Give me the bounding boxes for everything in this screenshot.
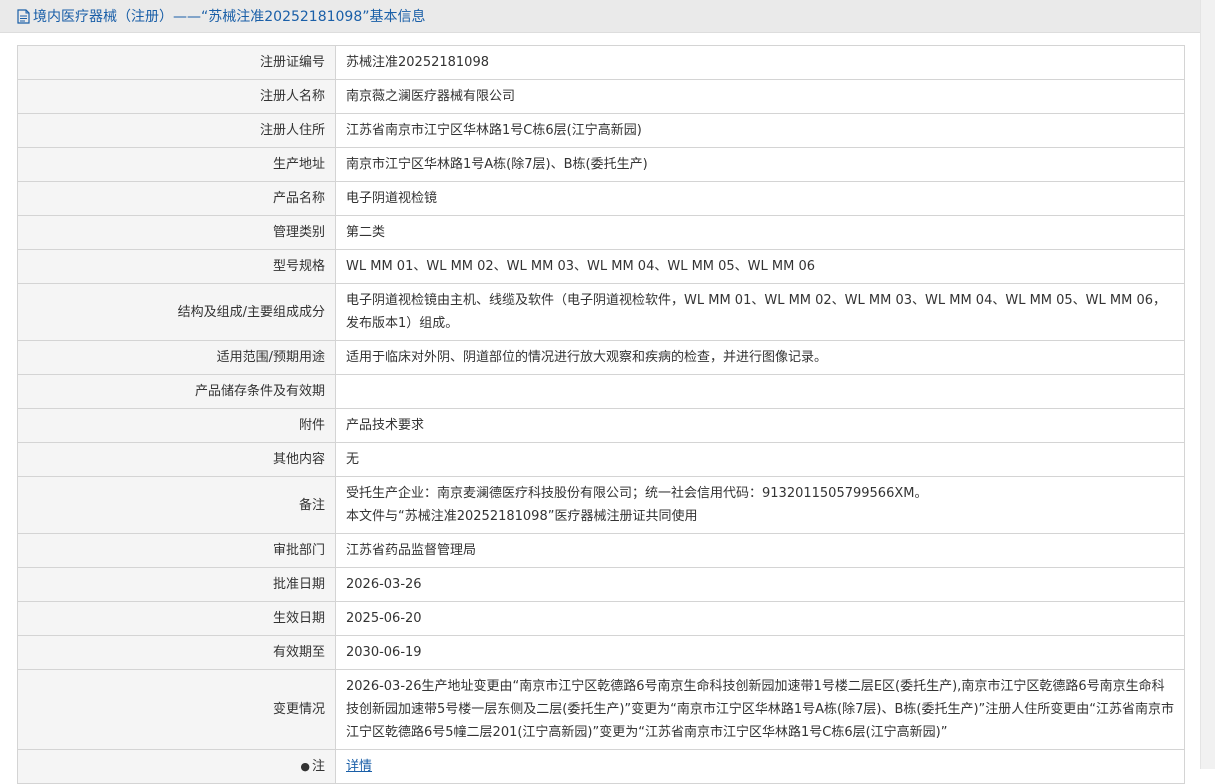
valid-until-label: 有效期至 <box>17 635 336 670</box>
change-info-value-line: 2026-03-26生产地址变更由“南京市江宁区乾德路6号南京生命科技创新园加速… <box>346 679 1174 740</box>
attachment-value-line: 产品技术要求 <box>346 418 425 433</box>
row-attachment: 附件 产品技术要求 <box>17 408 1185 443</box>
structure-composition-value-line: 电子阴道视检镜由主机、线缆及软件（电子阴道视检软件，WL MM 01、WL MM… <box>346 293 1167 331</box>
model-spec-value: WL MM 01、WL MM 02、WL MM 03、WL MM 04、WL M… <box>335 249 1185 284</box>
row-remarks: 备注 受托生产企业：南京麦澜德医疗科技股份有限公司；统一社会信用代码：913201… <box>17 476 1185 534</box>
row-note: ● 注详情 <box>17 749 1185 784</box>
row-approval-department: 审批部门 江苏省药品监督管理局 <box>17 533 1185 568</box>
effective-date-value: 2025-06-20 <box>335 601 1185 636</box>
storage-conditions-value <box>335 374 1185 409</box>
approval-date-value-line: 2026-03-26 <box>346 577 422 592</box>
product-name-value: 电子阴道视检镜 <box>335 181 1185 216</box>
model-spec-value-line: WL MM 01、WL MM 02、WL MM 03、WL MM 04、WL M… <box>346 259 816 274</box>
registrant-name-value: 南京薇之澜医疗器械有限公司 <box>335 79 1185 114</box>
registration-number-label: 注册证编号 <box>17 45 336 80</box>
registrant-address-label: 注册人住所 <box>17 113 336 148</box>
vertical-scrollbar[interactable] <box>1200 0 1215 769</box>
other-content-value-line: 无 <box>346 452 360 467</box>
intended-use-value-line: 适用于临床对外阴、阴道部位的情况进行放大观察和疾病的检查，并进行图像记录。 <box>346 350 828 365</box>
info-table: 注册证编号 苏械注准20252181098 注册人名称 南京薇之澜医疗器械有限公司 注册… <box>17 45 1185 784</box>
management-category-label: 管理类别 <box>17 215 336 250</box>
management-category-value-line: 第二类 <box>346 225 386 240</box>
other-content-value: 无 <box>335 442 1185 477</box>
row-structure-composition: 结构及组成/主要组成成分 电子阴道视检镜由主机、线缆及软件（电子阴道视检软件，WL… <box>17 283 1185 341</box>
page-title: 境内医疗器械（注册）——“苏械注准20252181098”基本信息 <box>33 9 426 25</box>
production-address-value: 南京市江宁区华林路1号A栋(除7层)、B栋(委托生产) <box>335 147 1185 182</box>
row-valid-until: 有效期至 2030-06-19 <box>17 635 1185 670</box>
row-change-info: 变更情况 2026-03-26生产地址变更由“南京市江宁区乾德路6号南京生命科技创… <box>17 669 1185 750</box>
approval-department-value-line: 江苏省药品监督管理局 <box>346 543 477 558</box>
registrant-address-value: 江苏省南京市江宁区华林路1号C栋6层(江宁高新园) <box>335 113 1185 148</box>
note-label-text: 注 <box>311 759 325 774</box>
row-effective-date: 生效日期 2025-06-20 <box>17 601 1185 636</box>
row-model-spec: 型号规格 WL MM 01、WL MM 02、WL MM 03、WL MM 04、… <box>17 249 1185 284</box>
row-other-content: 其他内容无 <box>17 442 1185 477</box>
row-approval-date: 批准日期 2026-03-26 <box>17 567 1185 602</box>
approval-department-value: 江苏省药品监督管理局 <box>335 533 1185 568</box>
remarks-label: 备注 <box>17 476 336 534</box>
intended-use-label: 适用范围/预期用途 <box>17 340 336 375</box>
effective-date-value-line: 2025-06-20 <box>346 611 422 626</box>
other-content-label: 其他内容 <box>17 442 336 477</box>
row-registrant-address: 注册人住所 江苏省南京市江宁区华林路1号C栋6层(江宁高新园) <box>17 113 1185 148</box>
note-value: 详情 <box>335 749 1185 784</box>
change-info-value: 2026-03-26生产地址变更由“南京市江宁区乾德路6号南京生命科技创新园加速… <box>335 669 1185 750</box>
registration-number-value-line: 苏械注准20252181098 <box>346 55 489 70</box>
approval-department-label: 审批部门 <box>17 533 336 568</box>
storage-conditions-label: 产品储存条件及有效期 <box>17 374 336 409</box>
approval-date-value: 2026-03-26 <box>335 567 1185 602</box>
row-production-address: 生产地址 南京市江宁区华林路1号A栋(除7层)、B栋(委托生产) <box>17 147 1185 182</box>
registrant-address-value-line: 江苏省南京市江宁区华林路1号C栋6层(江宁高新园) <box>346 123 642 138</box>
production-address-value-line: 南京市江宁区华林路1号A栋(除7层)、B栋(委托生产) <box>346 157 648 172</box>
registrant-name-label: 注册人名称 <box>17 79 336 114</box>
change-info-label: 变更情况 <box>17 669 336 750</box>
structure-composition-value: 电子阴道视检镜由主机、线缆及软件（电子阴道视检软件，WL MM 01、WL MM… <box>335 283 1185 341</box>
row-storage-conditions: 产品储存条件及有效期 <box>17 374 1185 409</box>
production-address-label: 生产地址 <box>17 147 336 182</box>
remarks-value-line: 本文件与“苏械注准20252181098”医疗器械注册证共同使用 <box>346 509 698 524</box>
valid-until-value: 2030-06-19 <box>335 635 1185 670</box>
note-bullet-icon: ● <box>300 760 310 773</box>
effective-date-label: 生效日期 <box>17 601 336 636</box>
document-icon <box>17 8 30 24</box>
remarks-value: 受托生产企业：南京麦澜德医疗科技股份有限公司；统一社会信用代码：91320115… <box>335 476 1185 534</box>
info-table-container: 注册证编号 苏械注准20252181098 注册人名称 南京薇之澜医疗器械有限公司 注册… <box>17 45 1185 784</box>
approval-date-label: 批准日期 <box>17 567 336 602</box>
note-label: ● 注 <box>17 749 336 784</box>
valid-until-value-line: 2030-06-19 <box>346 645 422 660</box>
remarks-value-line: 受托生产企业：南京麦澜德医疗科技股份有限公司；统一社会信用代码：91320115… <box>346 486 928 501</box>
registration-number-value: 苏械注准20252181098 <box>335 45 1185 80</box>
row-management-category: 管理类别 第二类 <box>17 215 1185 250</box>
details-link[interactable]: 详情 <box>346 759 372 774</box>
product-name-label: 产品名称 <box>17 181 336 216</box>
attachment-value: 产品技术要求 <box>335 408 1185 443</box>
model-spec-label: 型号规格 <box>17 249 336 284</box>
row-registration-number: 注册证编号 苏械注准20252181098 <box>17 45 1185 80</box>
attachment-label: 附件 <box>17 408 336 443</box>
row-registrant-name: 注册人名称 南京薇之澜医疗器械有限公司 <box>17 79 1185 114</box>
row-intended-use: 适用范围/预期用途 适用于临床对外阴、阴道部位的情况进行放大观察和疾病的检查，并进… <box>17 340 1185 375</box>
management-category-value: 第二类 <box>335 215 1185 250</box>
page-header: 境内医疗器械（注册）——“苏械注准20252181098”基本信息 <box>0 0 1200 33</box>
intended-use-value: 适用于临床对外阴、阴道部位的情况进行放大观察和疾病的检查，并进行图像记录。 <box>335 340 1185 375</box>
product-name-value-line: 电子阴道视检镜 <box>346 191 438 206</box>
registrant-name-value-line: 南京薇之澜医疗器械有限公司 <box>346 89 516 104</box>
row-product-name: 产品名称 电子阴道视检镜 <box>17 181 1185 216</box>
structure-composition-label: 结构及组成/主要组成成分 <box>17 283 336 341</box>
